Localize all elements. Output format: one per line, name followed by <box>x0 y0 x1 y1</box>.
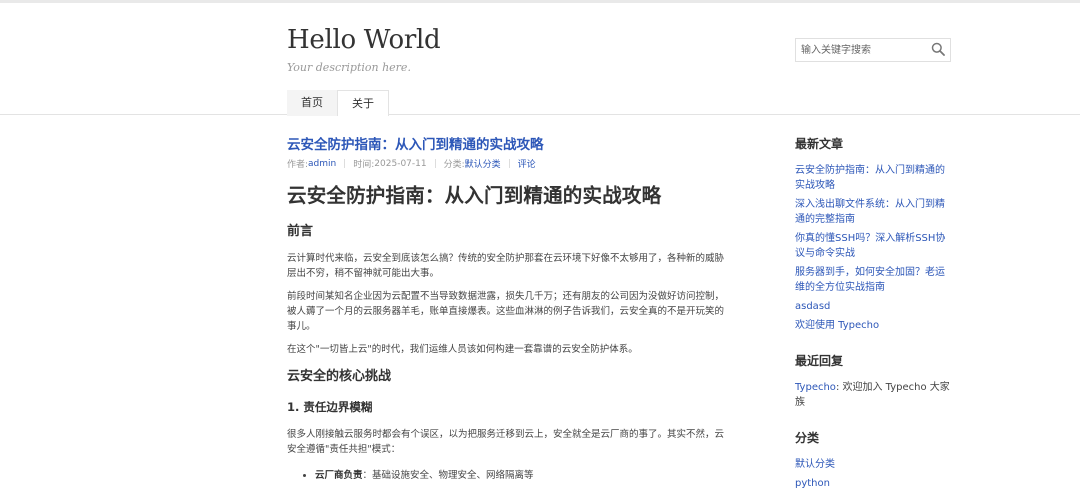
meta-divider <box>344 159 346 168</box>
list-item: 云厂商负责：基础设施安全、物理安全、网络隔离等 <box>315 468 727 483</box>
section-heading-challenges: 云安全的核心挑战 <box>287 369 392 384</box>
search-input[interactable] <box>796 39 926 61</box>
category-label: 分类: <box>443 160 465 170</box>
comments-link[interactable]: 评论 <box>518 157 536 170</box>
recent-comments-title: 最近回复 <box>795 354 844 368</box>
category-link[interactable]: 默认分类 <box>465 157 501 170</box>
categories-title: 分类 <box>795 431 820 445</box>
site-title[interactable]: Hello World <box>287 25 441 55</box>
nav-item-home[interactable]: 首页 <box>287 90 337 116</box>
list-item-text: ：基础设施安全、物理安全、网络隔离等 <box>362 470 534 481</box>
categories-list: 默认分类 python <box>795 457 950 491</box>
post-heading: 云安全防护指南：从入门到精通的实战攻略 <box>287 184 662 207</box>
search-button[interactable] <box>930 42 946 58</box>
time-label: 时间: <box>353 160 375 170</box>
author-label: 作者: <box>287 160 309 170</box>
recent-posts-list: 云安全防护指南：从入门到精通的实战攻略 深入浅出聊文件系统：从入门到精通的完整指… <box>795 163 950 333</box>
post-main: 云安全防护指南：从入门到精通的实战攻略 作者: admin 时间: 2025-0… <box>287 136 727 483</box>
main-nav: 首页 关于 <box>287 90 389 116</box>
recent-post-link[interactable]: 你真的懂SSH吗？深入解析SSH协议与命令实战 <box>795 233 945 259</box>
section-heading-preface: 前言 <box>287 224 314 239</box>
recent-posts-title: 最新文章 <box>795 137 844 151</box>
subsection-heading: 1. 责任边界模糊 <box>287 400 373 414</box>
paragraph: 前段时间某知名企业因为云配置不当导致数据泄露，损失几千万；还有朋友的公司因为没做… <box>287 291 725 332</box>
post-title-link[interactable]: 云安全防护指南：从入门到精通的实战攻略 <box>287 136 727 154</box>
recent-post-link[interactable]: 服务器到手，如何安全加固？老运维的全方位实战指南 <box>795 267 945 293</box>
post-date: 2025-07-11 <box>374 158 427 169</box>
paragraph: 很多人刚接触云服务时都会有个误区，以为把服务迁移到云上，安全就全是云厂商的事了。… <box>287 429 725 455</box>
recent-comments-list: Typecho: 欢迎加入 Typecho 大家族 <box>795 380 950 410</box>
site-description: Your description here. <box>287 61 411 74</box>
search-icon <box>931 42 945 56</box>
meta-divider <box>508 159 510 168</box>
recent-post-link[interactable]: 欢迎使用 Typecho <box>795 320 879 331</box>
nav-item-about[interactable]: 关于 <box>337 90 389 116</box>
recent-post-link[interactable]: asdasd <box>795 301 830 312</box>
meta-divider <box>434 159 436 168</box>
bullet-list: 云厂商负责：基础设施安全、物理安全、网络隔离等 <box>287 468 727 483</box>
paragraph: 在这个"一切皆上云"的时代，我们运维人员该如何构建一套靠谱的云安全防护体系。 <box>287 344 638 355</box>
paragraph: 云计算时代来临，云安全到底该怎么搞？传统的安全防护那套在云环境下好像不太够用了，… <box>287 253 725 279</box>
category-item-link[interactable]: 默认分类 <box>795 459 835 470</box>
category-item-link[interactable]: python <box>795 478 830 489</box>
comment-author-link[interactable]: Typecho <box>795 382 836 393</box>
recent-post-link[interactable]: 云安全防护指南：从入门到精通的实战攻略 <box>795 165 945 191</box>
recent-post-link[interactable]: 深入浅出聊文件系统：从入门到精通的完整指南 <box>795 199 945 225</box>
list-item-bold: 云厂商负责 <box>315 470 363 481</box>
search-form <box>795 38 951 62</box>
site-header: Hello World Your description here. 首页 关于 <box>0 3 1080 116</box>
sidebar: 最新文章 云安全防护指南：从入门到精通的实战攻略 深入浅出聊文件系统：从入门到精… <box>795 136 950 491</box>
author-link[interactable]: admin <box>308 159 336 169</box>
post-meta: 作者: admin 时间: 2025-07-11 分类: 默认分类 评论 <box>287 157 727 171</box>
post-content: 云安全防护指南：从入门到精通的实战攻略 前言 云计算时代来临，云安全到底该怎么搞… <box>287 183 727 483</box>
